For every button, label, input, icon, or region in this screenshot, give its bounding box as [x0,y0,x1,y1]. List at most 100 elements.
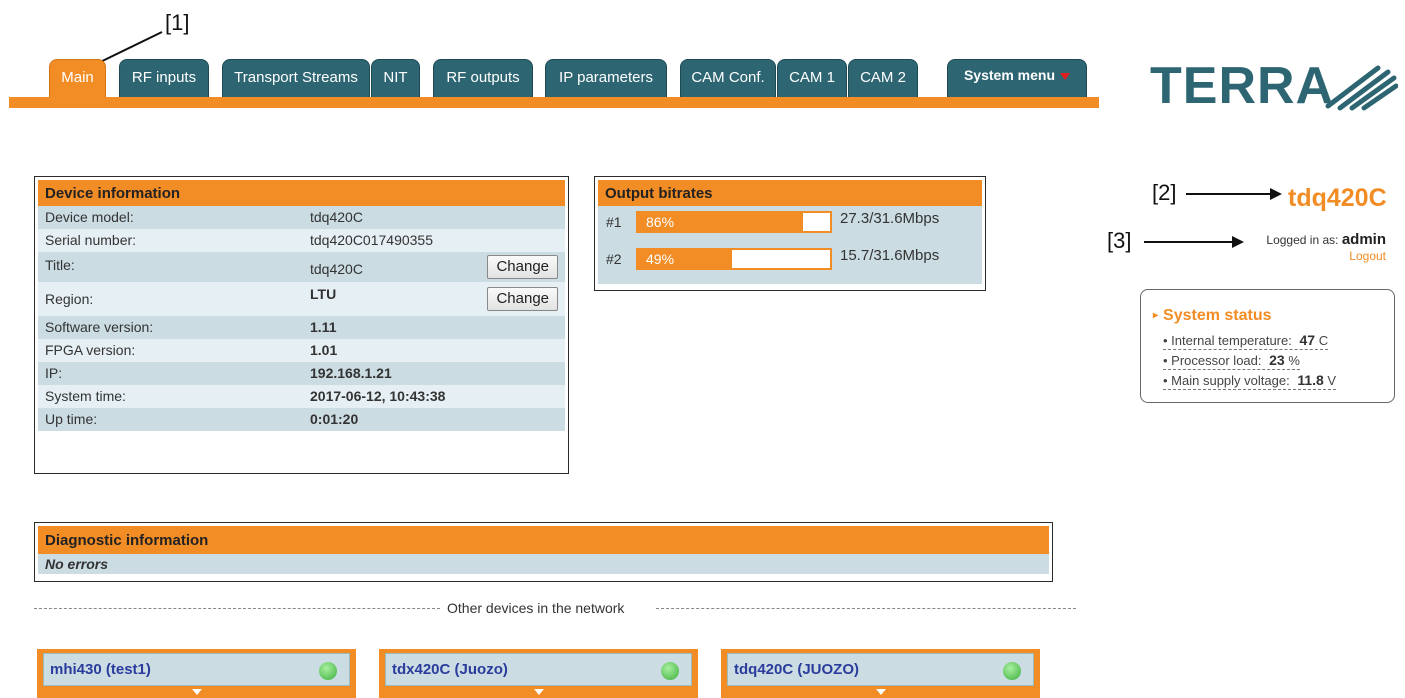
system-status-panel: ▸ System status • Internal temperature: 4… [1140,289,1395,403]
network-device-name[interactable]: mhi430 (test1) [50,661,151,678]
divider-left [34,608,440,609]
ip-value: 192.168.1.21 [310,365,392,381]
up-time-value: 0:01:20 [310,411,359,427]
terra-logo-stripes-icon [1325,65,1398,111]
network-device-name[interactable]: tdq420C (JUOZO) [734,661,859,678]
tab-rf-outputs[interactable]: RF outputs [433,59,533,97]
status-dot-icon [661,662,679,680]
annotation-2: [2] [1152,180,1177,205]
divider-right [656,608,1076,609]
device-information-title: Device information [38,180,565,206]
device-name-heading: tdq420C [1288,184,1387,212]
region-label: Region: [45,291,94,307]
status-dot-icon [1003,662,1021,680]
expand-arrow-icon[interactable] [533,689,544,695]
device-info-row: Serial number: tdq420C017490355 [38,229,565,252]
up-time-label: Up time: [45,411,98,427]
network-device-header: mhi430 (test1) [43,653,350,686]
status-dot-icon [319,662,337,680]
diagnostic-message: No errors [38,554,1049,574]
output-bitrates-body: #1 86% 27.3/31.6Mbps #2 49% 15.7/31.6Mbp… [598,206,982,284]
bitrate-bar: 49% [636,248,832,270]
tab-nit[interactable]: NIT [371,59,420,97]
annotation-3: [3] [1107,228,1132,253]
device-model-value: tdq420C [310,209,363,225]
diagnostic-information-panel: Diagnostic information No errors [34,522,1053,582]
output-bitrates-title: Output bitrates [598,180,982,206]
system-time-label: System time: [45,388,126,404]
status-unit: C [1318,333,1329,348]
status-label: Processor load: [1171,353,1262,368]
tab-rf-inputs[interactable]: RF inputs [119,59,209,97]
device-info-row: Up time: 0:01:20 [38,408,565,431]
tab-ip-parameters[interactable]: IP parameters [545,59,667,97]
system-status-title-text: System status [1163,307,1272,324]
software-version-label: Software version: [45,319,154,335]
bitrate-value: 15.7/31.6Mbps [840,247,940,264]
status-item: • Internal temperature: 47 C [1163,332,1329,350]
tab-bar-underline [9,97,1099,108]
title-value: tdq420C [310,261,363,277]
tab-transport-streams[interactable]: Transport Streams [222,59,370,97]
network-device-header: tdq420C (JUOZO) [727,653,1034,686]
ip-label: IP: [45,365,63,381]
diagnostic-information-title: Diagnostic information [38,526,1049,554]
annotation-3-arrow [1144,236,1244,248]
serial-number-label: Serial number: [45,232,137,248]
status-label: Main supply voltage: [1171,373,1290,388]
bitrate-row: #2 49% 15.7/31.6Mbps [598,243,982,274]
bitrate-row: #1 86% 27.3/31.6Mbps [598,206,982,237]
status-value: 23 [1269,352,1285,368]
bitrate-percent: 49% [646,251,675,267]
fpga-version-value: 1.01 [310,342,338,358]
tab-cam-conf[interactable]: CAM Conf. [680,59,776,97]
network-device-card[interactable]: mhi430 (test1) [37,649,356,698]
output-number: #1 [606,214,622,230]
output-number: #2 [606,251,622,267]
tab-system-menu[interactable]: System menu [947,59,1087,97]
change-region-button[interactable]: Change [487,287,558,311]
annotation-2-arrow [1186,188,1282,200]
device-info-row: System time: 2017-06-12, 10:43:38 [38,385,565,408]
change-title-button[interactable]: Change [487,255,558,279]
status-item: • Processor load: 23 % [1163,352,1300,370]
network-device-card[interactable]: tdq420C (JUOZO) [721,649,1040,698]
other-devices-label: Other devices in the network [444,600,628,616]
status-unit: % [1288,353,1300,368]
username: admin [1341,231,1386,248]
status-unit: V [1327,373,1337,388]
status-item: • Main supply voltage: 11.8 V [1163,372,1337,390]
logged-in-prefix: Logged in as: [1266,233,1339,247]
serial-number-value: tdq420C017490355 [310,232,434,248]
triangle-right-icon: ▸ [1153,310,1159,321]
network-device-card[interactable]: tdx420C (Juozo) [379,649,698,698]
device-information-panel: Device information Device model: tdq420C… [34,176,569,474]
region-value: LTU [310,286,337,302]
logout-link[interactable]: Logout [1349,249,1386,263]
device-info-row: Title: tdq420C Change [38,252,565,282]
output-bitrates-panel: Output bitrates #1 86% 27.3/31.6Mbps #2 … [594,176,986,291]
device-info-row: FPGA version: 1.01 [38,339,565,362]
terra-logo: TERRA [1150,57,1335,115]
system-time-value: 2017-06-12, 10:43:38 [310,388,446,404]
title-label: Title: [45,257,75,273]
device-info-row: Region: LTU Change [38,282,565,316]
chevron-down-icon [1060,72,1071,80]
device-model-label: Device model: [45,209,134,225]
system-menu-label: System menu [963,67,1056,83]
fpga-version-label: FPGA version: [45,342,136,358]
network-device-name[interactable]: tdx420C (Juozo) [392,661,508,678]
device-info-row: Software version: 1.11 [38,316,565,339]
status-value: 11.8 [1297,372,1324,388]
expand-arrow-icon[interactable] [191,689,202,695]
bitrate-percent: 86% [646,214,675,230]
device-info-row: IP: 192.168.1.21 [38,362,565,385]
tab-cam-2[interactable]: CAM 2 [848,59,918,97]
network-device-header: tdx420C (Juozo) [385,653,692,686]
bitrate-value: 27.3/31.6Mbps [840,210,940,227]
status-label: Internal temperature: [1171,333,1292,348]
expand-arrow-icon[interactable] [875,689,886,695]
system-status-title: ▸ System status [1153,307,1272,325]
tab-main[interactable]: Main [49,59,106,97]
tab-cam-1[interactable]: CAM 1 [777,59,847,97]
